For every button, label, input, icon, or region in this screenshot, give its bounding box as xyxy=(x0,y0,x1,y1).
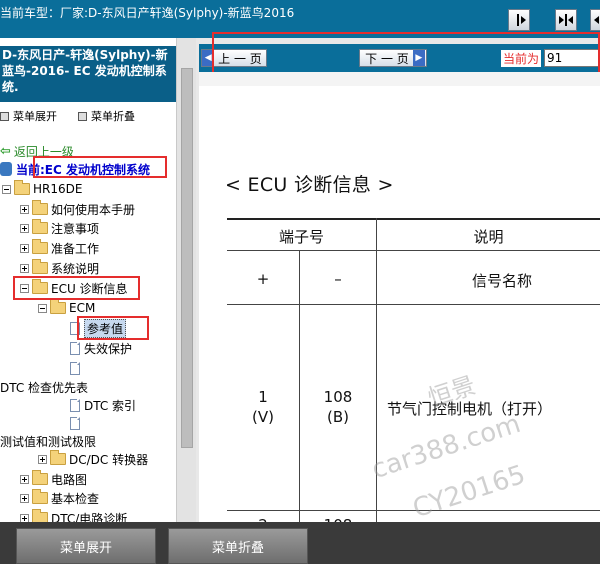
document-icon xyxy=(70,341,80,355)
scrollbar-thumb[interactable] xyxy=(181,68,193,448)
col-header-signal-name: 信号名称 xyxy=(471,272,532,290)
tree-item-basic-check[interactable]: 基本检查 xyxy=(20,489,99,507)
left-panel-scrollbar[interactable] xyxy=(176,38,196,522)
tree-item-wiring[interactable]: 电路图 xyxy=(20,470,87,488)
collapse-left-icon xyxy=(517,14,526,26)
tree-item-label: DC/DC 转换器 xyxy=(69,452,149,467)
tree-item-label: 电路图 xyxy=(51,472,88,487)
tree-item-dtc-circuit[interactable]: DTC/电路诊断 xyxy=(20,509,127,522)
menu-expand-link[interactable]: 菜单展开 xyxy=(13,110,57,123)
collapse-square-icon xyxy=(78,112,87,121)
folder-icon xyxy=(50,450,66,465)
tree-item-blank-2[interactable] xyxy=(70,414,84,432)
tree-item-label: DTC/电路诊断 xyxy=(51,511,128,523)
tree-item-label: 失效保护 xyxy=(84,341,133,356)
plus-icon xyxy=(20,263,29,273)
tree-item-label: 准备工作 xyxy=(51,241,100,256)
row1-minus-pin: 108 xyxy=(323,388,353,406)
bottom-bar: 菜单展开 菜单折叠 xyxy=(0,522,600,564)
col-header-description: 说明 xyxy=(473,228,504,246)
expand-right-icon xyxy=(593,16,599,24)
left-panel: D-东风日产-轩逸(Sylphy)-新蓝鸟-2016- EC 发动机控制系统. … xyxy=(0,38,196,522)
tree-item-label: 基本检查 xyxy=(51,491,100,506)
tree-item-hr16de[interactable]: HR16DE xyxy=(2,180,82,198)
row1-plus-color: (V) xyxy=(252,408,274,426)
tree-item-system-desc[interactable]: 系统说明 xyxy=(20,259,99,277)
left-panel-title: D-东风日产-轩逸(Sylphy)-新蓝鸟-2016- EC 发动机控制系统. xyxy=(0,46,176,102)
tree-item-failsafe[interactable]: 失效保护 xyxy=(70,339,132,357)
tree-item-label: 注意事项 xyxy=(51,221,100,236)
tree-item-cautions[interactable]: 注意事项 xyxy=(20,219,99,237)
tree-item-dtc-index[interactable]: DTC 索引 xyxy=(70,396,136,414)
highlight-ecu-diag xyxy=(13,276,140,300)
watermark-code: CY20165 xyxy=(409,459,530,522)
folder-icon xyxy=(32,509,48,522)
col-header-terminal: 端子号 xyxy=(278,228,324,246)
plus-icon xyxy=(20,474,29,484)
plus-icon xyxy=(20,493,29,503)
row1-plus-pin: 1 xyxy=(258,388,268,406)
collapse-left-button[interactable] xyxy=(508,9,530,31)
tree-item-label: 测试值和测试极限 xyxy=(0,434,97,449)
tree-item-label: DTC 索引 xyxy=(84,398,137,413)
expand-square-icon xyxy=(0,112,9,121)
plus-icon xyxy=(20,204,29,214)
tree-item-label: 如何使用本手册 xyxy=(51,202,136,217)
folder-icon xyxy=(32,470,48,485)
plus-icon xyxy=(20,243,29,253)
section-title: < ECU 诊断信息 > xyxy=(225,174,394,196)
plus-icon xyxy=(20,513,29,522)
menu-collapse-link[interactable]: 菜单折叠 xyxy=(91,110,135,123)
row1-signal: 节气门控制电机（打开） xyxy=(387,400,553,418)
col-header-minus: – xyxy=(334,270,342,288)
tree-item-manual[interactable]: 如何使用本手册 xyxy=(20,200,135,218)
tree-item-dtc-priority[interactable]: DTC 检查优先表 xyxy=(0,378,88,396)
folder-icon xyxy=(32,259,48,274)
folder-icon xyxy=(14,180,30,195)
folder-icon xyxy=(50,299,66,314)
vehicle-label: 当前车型：厂家:D-东风日产轩逸(Sylphy)-新蓝鸟2016 xyxy=(0,6,295,20)
watermark-site: car388.com xyxy=(368,408,525,486)
document-page: < ECU 诊断信息 > 端子号 说明 + – 信号名称 1 (V) 108 (… xyxy=(199,72,600,522)
bottom-expand-button[interactable]: 菜单展开 xyxy=(16,528,156,564)
tree-item-label: DTC 检查优先表 xyxy=(0,380,89,395)
folder-icon xyxy=(32,239,48,254)
highlight-current-node xyxy=(33,156,167,178)
plus-icon xyxy=(38,454,47,464)
tree-item-preparation[interactable]: 准备工作 xyxy=(20,239,99,257)
minus-icon xyxy=(2,184,11,194)
folder-icon xyxy=(32,200,48,215)
tree-item-blank-1[interactable] xyxy=(70,359,84,377)
expand-right-button[interactable] xyxy=(590,9,600,31)
plus-icon xyxy=(20,223,29,233)
current-system-icon xyxy=(0,162,12,176)
tree-item-label: ECM xyxy=(69,301,96,315)
folder-icon xyxy=(32,219,48,234)
document-icon xyxy=(70,416,80,430)
col-header-plus: + xyxy=(256,270,270,288)
minus-icon xyxy=(38,303,47,313)
document-icon xyxy=(70,361,80,375)
document-icon xyxy=(70,398,80,412)
tree-item-label: HR16DE xyxy=(33,182,83,196)
tree-item-test-values[interactable]: 测试值和测试极限 xyxy=(0,432,96,450)
highlight-reference-value xyxy=(77,316,149,340)
toggle-panels-icon xyxy=(559,14,573,26)
tree-item-dcdc[interactable]: DC/DC 转换器 xyxy=(38,450,148,468)
folder-icon xyxy=(32,489,48,504)
row1-minus-color: (B) xyxy=(327,408,349,426)
menu-controls: 菜单展开 菜单折叠 xyxy=(0,108,135,124)
bottom-collapse-button[interactable]: 菜单折叠 xyxy=(168,528,308,564)
back-arrow-icon: ⇦ xyxy=(0,143,11,159)
tree-item-ecm[interactable]: ECM xyxy=(38,299,95,317)
toggle-panels-button[interactable] xyxy=(555,9,577,31)
tree-item-label: 系统说明 xyxy=(51,261,100,276)
